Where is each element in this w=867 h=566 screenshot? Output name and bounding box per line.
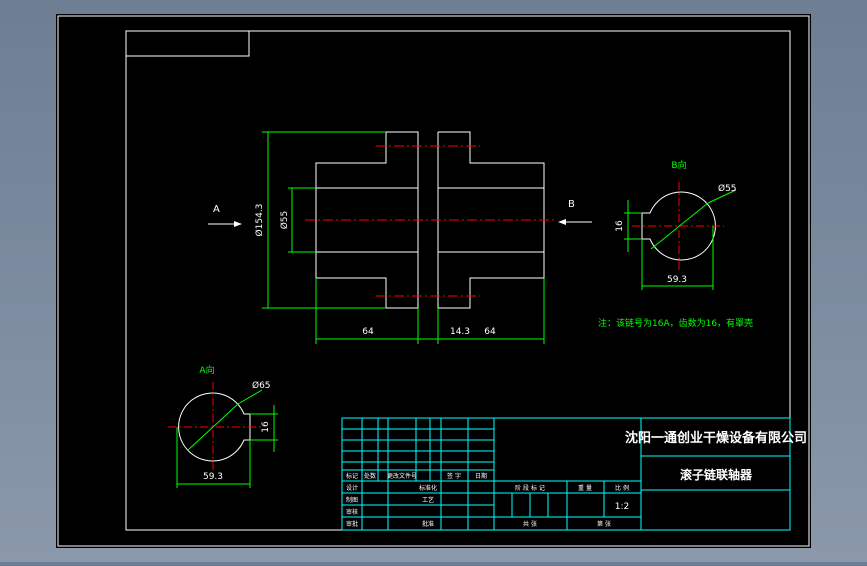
dim-text-bore-dia: Ø55 (279, 211, 290, 230)
label-standardization: 标准化 (419, 484, 437, 492)
label-stage-mark: 阶 段 标 记 (515, 484, 545, 492)
cad-viewport: Ø154.3 Ø55 64 14.3 64 A B B向 Ø55 16 59.3… (0, 0, 867, 562)
label-date: 日期 (475, 472, 487, 480)
a-view-key-text: 16 (261, 421, 271, 433)
dim-text-overall-dia: Ø154.3 (254, 204, 265, 237)
drawing-note: 注：该链号为16A，齿数为16，有罩壳 (598, 317, 753, 329)
b-view-dia-text: Ø55 (718, 183, 737, 194)
label-ratio: 比 例 (615, 484, 629, 492)
label-change-doc: 更改文件号 (387, 472, 417, 480)
label-signature: 签 字 (447, 472, 461, 480)
a-view-title: A向 (199, 364, 214, 376)
a-view-dia-text: Ø65 (252, 380, 271, 391)
view-label-b: B (568, 199, 575, 210)
b-view-width-text: 59.3 (667, 275, 687, 285)
dim-text-left-length: 64 (362, 327, 374, 337)
b-view-key-text: 16 (615, 220, 625, 232)
view-label-a: A (213, 204, 220, 215)
dim-text-right-length: 64 (484, 327, 496, 337)
title-block-scale: 1:2 (615, 502, 629, 512)
label-design: 设计 (346, 484, 358, 492)
dim-text-gap: 14.3 (450, 327, 470, 337)
a-view-width-text: 59.3 (203, 472, 223, 482)
label-sheets: 共 张 (523, 520, 537, 528)
label-check: 审核 (346, 508, 358, 516)
label-count: 处数 (364, 472, 376, 480)
label-process: 工艺 (422, 496, 434, 504)
b-view-title: B向 (671, 159, 686, 171)
label-sheet: 第 张 (597, 520, 611, 528)
title-block-drawing-title: 滚子链联轴器 (680, 467, 753, 482)
label-approval: 批准 (422, 520, 434, 528)
label-drafting: 制图 (346, 496, 358, 504)
label-mark: 标记 (346, 472, 358, 480)
title-block-company: 沈阳一通创业干燥设备有限公司 (625, 430, 807, 446)
label-approve: 审批 (346, 520, 358, 528)
label-weight: 重 量 (578, 484, 592, 492)
cad-drawing: Ø154.3 Ø55 64 14.3 64 A B B向 Ø55 16 59.3… (56, 14, 811, 548)
